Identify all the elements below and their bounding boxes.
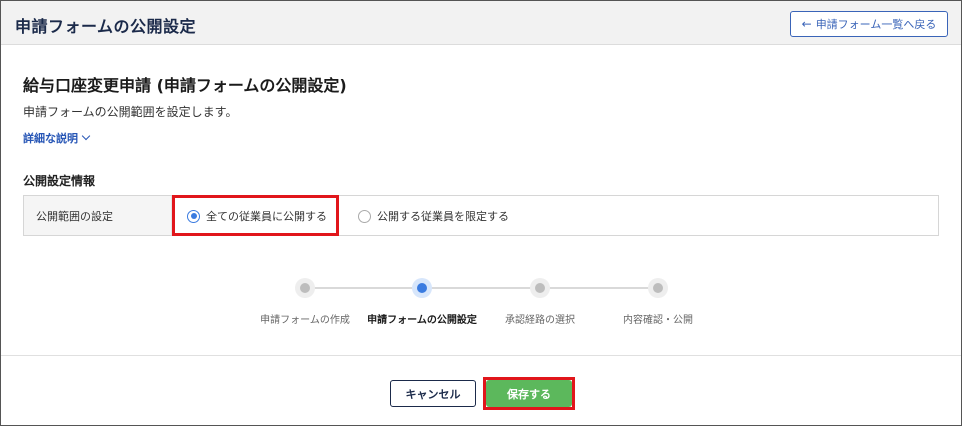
step-4-dot <box>648 278 668 298</box>
footer-divider <box>1 355 961 356</box>
step-1-dot <box>295 278 315 298</box>
page-header: 申請フォームの公開設定 ← 申請フォーム一覧へ戻る <box>1 1 961 45</box>
publish-scope-label: 公開範囲の設定 <box>24 196 172 235</box>
stepper-line <box>305 287 658 289</box>
step-1-label: 申請フォームの作成 <box>260 315 350 326</box>
back-to-list-button[interactable]: ← 申請フォーム一覧へ戻る <box>790 11 948 37</box>
arrow-left-icon: ← <box>801 17 812 31</box>
page-description: 申請フォームの公開範囲を設定します。 <box>23 105 238 119</box>
detail-link-label: 詳細な説明 <box>23 132 78 145</box>
page-title: 給与口座変更申請 (申請フォームの公開設定) <box>23 76 347 95</box>
radio-button-unchecked[interactable] <box>358 209 371 223</box>
highlight-box-radio <box>172 195 339 236</box>
step-2-label: 申請フォームの公開設定 <box>367 315 477 326</box>
step-3-dot <box>530 278 550 298</box>
detail-explanation-link[interactable]: 詳細な説明 <box>23 130 91 146</box>
back-button-label: 申請フォーム一覧へ戻る <box>815 18 937 31</box>
header-title: 申請フォームの公開設定 <box>15 17 197 36</box>
cancel-button[interactable]: キャンセル <box>390 380 476 407</box>
step-3-label: 承認経路の選択 <box>505 315 575 326</box>
section-title: 公開設定情報 <box>23 174 96 188</box>
publish-scope-row: 公開範囲の設定 全ての従業員に公開する 公開する従業員を限定する <box>23 195 939 236</box>
radio-label-limited-employees: 公開する従業員を限定する <box>377 210 509 223</box>
step-4-label: 内容確認・公開 <box>623 315 693 326</box>
radio-option-limited-employees[interactable]: 公開する従業員を限定する <box>358 208 509 224</box>
step-2-dot <box>412 278 432 298</box>
chevron-down-icon <box>81 131 91 141</box>
highlight-box-save <box>483 377 575 410</box>
